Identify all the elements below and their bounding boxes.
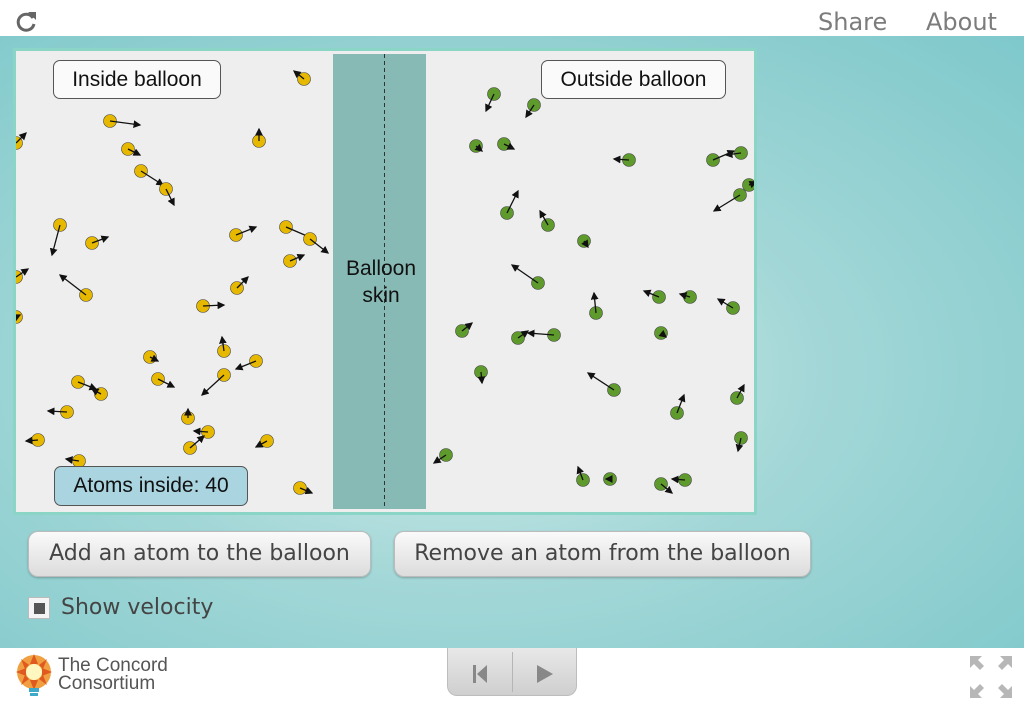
add-atom-button[interactable]: Add an atom to the balloon xyxy=(28,531,371,577)
velocity-arrow xyxy=(712,194,741,212)
play-button[interactable] xyxy=(513,648,577,695)
outside-atom xyxy=(742,178,754,192)
inside-atoms xyxy=(16,70,330,495)
share-link[interactable]: Share xyxy=(818,8,887,36)
inside-balloon-label: Inside balloon xyxy=(53,60,221,99)
about-link[interactable]: About xyxy=(926,8,997,36)
top-bar: Share About xyxy=(0,0,1024,36)
concord-logo-text: The Concord Consortium xyxy=(58,656,168,694)
velocity-arrow xyxy=(140,170,165,186)
remove-atom-button[interactable]: Remove an atom from the balloon xyxy=(394,531,811,577)
checkbox-checked-mark xyxy=(34,603,45,614)
outside-atoms xyxy=(432,87,754,494)
simulation-panel[interactable]: Inside balloon Outside balloon Balloon s… xyxy=(13,48,757,515)
play-icon xyxy=(537,665,553,683)
outside-balloon-label: Outside balloon xyxy=(541,60,726,99)
reset-button[interactable] xyxy=(448,648,512,695)
velocity-arrow xyxy=(586,372,615,391)
atoms-inside-counter: Atoms inside: 40 xyxy=(54,466,248,506)
playback-controls xyxy=(447,648,577,696)
velocity-arrow xyxy=(58,274,87,296)
inside-atom xyxy=(16,136,23,150)
balloon-skin-label: Balloon skin xyxy=(336,255,426,309)
velocity-arrow xyxy=(201,374,225,396)
show-velocity-checkbox[interactable] xyxy=(28,597,50,619)
velocity-arrow xyxy=(309,238,330,254)
footer: The Concord Consortium xyxy=(0,648,1024,706)
skin-label-line1: Balloon xyxy=(345,257,417,280)
velocity-arrow xyxy=(510,264,539,284)
skin-label-line2: skin xyxy=(362,284,400,307)
concord-logo-icon xyxy=(16,654,52,696)
reload-icon[interactable] xyxy=(14,10,38,34)
skip-back-icon xyxy=(473,665,487,683)
show-velocity-label[interactable]: Show velocity xyxy=(61,595,213,620)
fullscreen-icon[interactable] xyxy=(968,654,1014,700)
logo-line2: Consortium xyxy=(58,673,156,694)
